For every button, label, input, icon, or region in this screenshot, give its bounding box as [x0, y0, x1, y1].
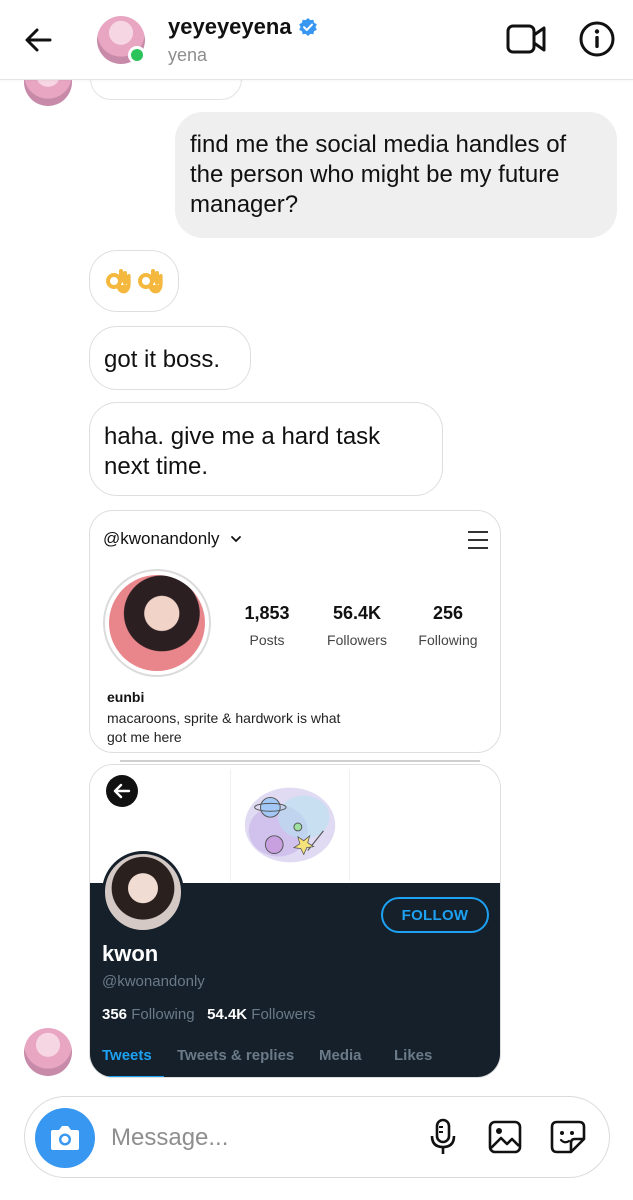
online-status-dot [128, 46, 146, 64]
message-input[interactable] [111, 1121, 411, 1155]
info-icon [579, 21, 615, 57]
tw-following-label: Following [131, 1006, 195, 1023]
back-arrow-icon [113, 783, 131, 799]
camera-button[interactable] [35, 1108, 95, 1168]
message-composer [24, 1096, 610, 1178]
ig-stat-label: Followers [327, 632, 387, 648]
header-title[interactable]: yeyeyeyena [168, 14, 318, 40]
ig-stat-following: 256 Following [412, 603, 484, 648]
ig-handle-label: @kwonandonly [103, 529, 220, 548]
tw-stats: 356 Following 54.4K Followers [102, 1006, 315, 1023]
sender-avatar[interactable] [24, 1028, 72, 1076]
tw-back-button [106, 775, 138, 807]
ig-stat-label: Posts [249, 632, 285, 648]
tw-tab-likes: Likes [394, 1047, 433, 1064]
username-label: yeyeyeyena [168, 14, 292, 39]
divider [120, 760, 480, 762]
ig-stat-posts: 1,853 Posts [236, 603, 298, 648]
tw-following-count: 356 [102, 1006, 128, 1023]
ig-stat-value: 56.4K [332, 603, 382, 623]
voice-message-button[interactable] [427, 1117, 459, 1157]
ok-hand-emoji-icon [138, 269, 163, 294]
info-button[interactable] [578, 20, 616, 58]
hamburger-menu-icon [468, 531, 488, 549]
ig-stat-label: Following [418, 632, 478, 648]
tw-tab-tweets-replies: Tweets & replies [177, 1047, 295, 1064]
image-icon [488, 1120, 522, 1154]
gallery-button[interactable] [487, 1119, 523, 1155]
tw-avatar-image [102, 851, 184, 933]
camera-icon [51, 1126, 79, 1150]
ig-display-name: eunbi [107, 689, 145, 705]
shared-image-instagram-profile[interactable]: @kwonandonly 1,853 Posts 56.4K Followers… [89, 510, 501, 753]
ig-stat-value: 256 [432, 603, 464, 623]
tw-display-name: kwon [102, 941, 159, 966]
tw-tab-media: Media [319, 1047, 362, 1064]
tw-followers-count: 54.4K [207, 1006, 248, 1023]
planet-banner-art-icon [230, 769, 350, 881]
shared-image-twitter-profile[interactable]: FOLLOW kwon @kwonandonly 356 Following 5… [89, 764, 501, 1078]
ig-avatar-image [109, 575, 205, 671]
tw-active-tab-indicator [100, 1076, 164, 1077]
back-button[interactable] [20, 22, 56, 58]
tw-handle: @kwonandonly [102, 973, 205, 990]
tw-tab-bar: Tweets Tweets & replies Media Likes [90, 1047, 500, 1077]
tw-follow-button: FOLLOW [381, 897, 489, 933]
ig-stat-followers: 56.4K Followers [322, 603, 392, 648]
sticker-icon [550, 1120, 586, 1154]
message-bubble-incoming[interactable]: haha. give me a hard task next time. [89, 402, 443, 496]
sticker-button[interactable] [549, 1119, 587, 1155]
tw-followers-label: Followers [251, 1006, 316, 1023]
video-call-icon [506, 24, 546, 54]
message-bubble-emoji[interactable] [89, 250, 179, 312]
message-bubble-incoming[interactable]: got it boss. [89, 326, 251, 390]
ig-stat-value: 1,853 [244, 603, 290, 623]
ig-profile-photo [103, 569, 211, 677]
back-arrow-icon [25, 28, 52, 52]
verified-badge-icon [298, 18, 317, 36]
tw-tab-tweets: Tweets [102, 1047, 152, 1064]
video-call-button[interactable] [505, 20, 547, 58]
header-subtitle: yena [168, 45, 208, 65]
ig-bio: macaroons, sprite & hardwork is what got… [107, 710, 341, 745]
chevron-down-icon [230, 536, 241, 543]
chat-header: yeyeyeyena yena [0, 0, 633, 80]
message-bubble-outgoing[interactable]: find me the social media handles of the … [175, 112, 617, 238]
ig-handle: @kwonandonly [103, 529, 242, 549]
ok-hand-emoji-icon [106, 269, 131, 294]
microphone-icon [430, 1118, 456, 1154]
